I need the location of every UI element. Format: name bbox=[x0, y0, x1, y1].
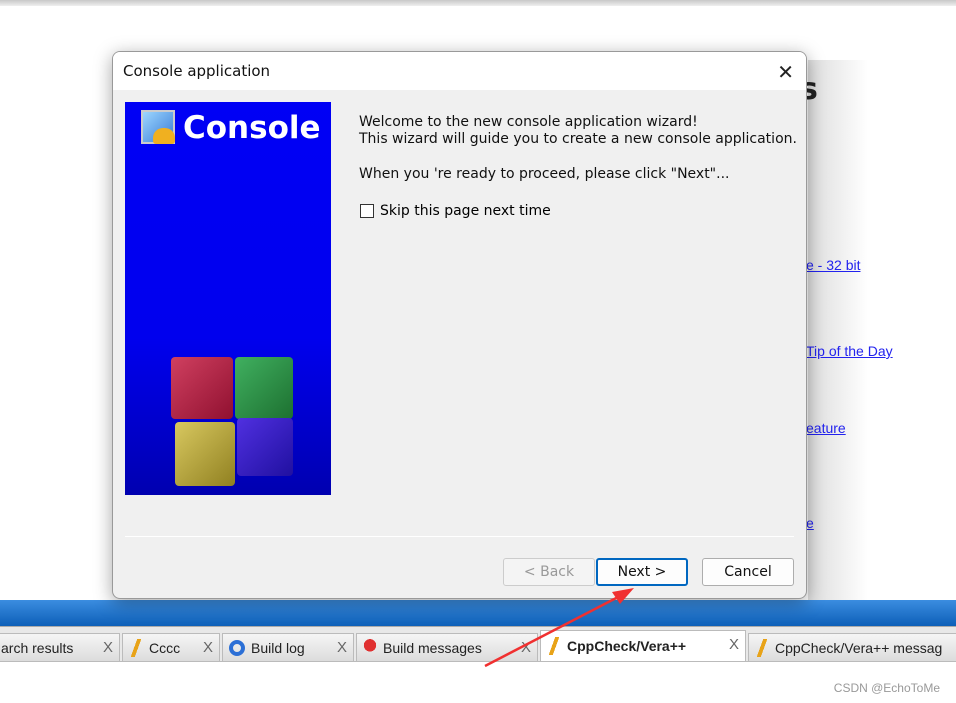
annotation-arrow bbox=[484, 588, 634, 668]
